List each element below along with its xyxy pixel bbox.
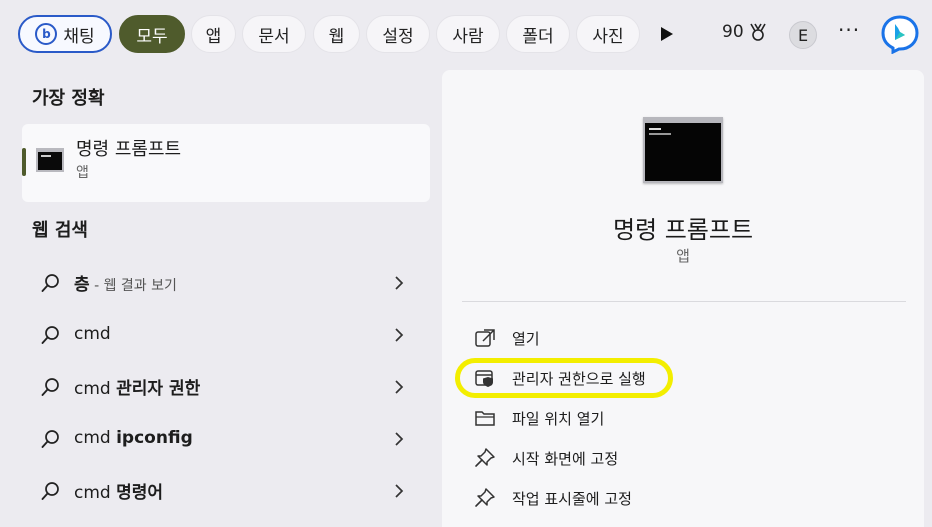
filter-all[interactable]: 모두 xyxy=(119,15,185,53)
filter-photos[interactable]: 사진 xyxy=(576,15,640,53)
pin-icon xyxy=(475,448,495,467)
chevron-right-icon xyxy=(395,484,404,498)
command-prompt-icon xyxy=(643,117,723,183)
best-match-title: 명령 프롬프트 xyxy=(76,139,182,160)
web-search-header: 웹 검색 xyxy=(32,220,88,241)
shield-admin-icon xyxy=(475,370,493,387)
divider xyxy=(462,301,906,302)
search-results-panel: 가장 정확 명령 프롬프트 앱 웹 검색 층 - 웹 결과 보기 cmd cmd… xyxy=(0,68,442,527)
chat-label: 채팅 xyxy=(63,26,95,47)
web-result-row[interactable]: cmd 관리자 권한 xyxy=(22,362,430,410)
web-result-row[interactable]: cmd 명령어 xyxy=(22,466,430,514)
open-external-icon xyxy=(475,329,495,347)
more-filters-play-icon[interactable] xyxy=(655,22,677,46)
search-filter-bar: b 채팅 모두 앱 문서 웹 설정 사람 폴더 사진 90 E ··· xyxy=(0,0,932,68)
action-open-label: 열기 xyxy=(512,329,540,348)
filter-people[interactable]: 사람 xyxy=(436,15,500,53)
search-icon xyxy=(41,274,59,292)
action-pin-to-start-label: 시작 화면에 고정 xyxy=(512,449,619,468)
rewards-points[interactable]: 90 xyxy=(722,22,768,42)
chevron-right-icon xyxy=(395,432,404,446)
chevron-right-icon xyxy=(395,276,404,290)
action-open-file-location[interactable]: 파일 위치 열기 xyxy=(472,401,902,435)
filter-settings[interactable]: 설정 xyxy=(366,15,430,53)
action-pin-to-taskbar-label: 작업 표시줄에 고정 xyxy=(512,489,632,508)
filter-documents[interactable]: 문서 xyxy=(242,15,306,53)
web-result-text: 층 - 웹 결과 보기 xyxy=(74,274,177,295)
filter-folders[interactable]: 폴더 xyxy=(506,15,570,53)
chevron-right-icon xyxy=(395,328,404,342)
action-open[interactable]: 열기 xyxy=(472,321,902,355)
search-icon xyxy=(41,482,59,500)
chevron-right-icon xyxy=(395,380,404,394)
action-run-as-admin[interactable]: 관리자 권한으로 실행 xyxy=(472,361,902,395)
pin-icon xyxy=(475,488,495,507)
filter-web[interactable]: 웹 xyxy=(313,15,360,53)
action-open-file-location-label: 파일 위치 열기 xyxy=(512,409,605,428)
rewards-medal-icon xyxy=(749,23,766,41)
account-avatar[interactable]: E xyxy=(789,21,817,49)
preview-subtitle: 앱 xyxy=(676,247,690,265)
web-result-row[interactable]: cmd ipconfig xyxy=(22,414,430,462)
search-icon xyxy=(41,326,59,344)
web-result-text: cmd 관리자 권한 xyxy=(74,378,201,399)
app-preview-panel: 명령 프롬프트 앱 열기 관리자 권한으로 실행 파일 위치 열기 시작 화면에… xyxy=(442,70,924,527)
command-prompt-icon xyxy=(36,148,64,172)
web-result-text: cmd ipconfig xyxy=(74,428,193,448)
bing-logo-icon[interactable] xyxy=(880,14,920,54)
points-value: 90 xyxy=(722,22,744,42)
web-result-text: cmd 명령어 xyxy=(74,482,164,503)
web-result-row[interactable]: 층 - 웹 결과 보기 xyxy=(22,258,430,306)
more-options-button[interactable]: ··· xyxy=(838,18,860,42)
best-match-item[interactable]: 명령 프롬프트 앱 xyxy=(22,124,430,202)
best-match-subtitle: 앱 xyxy=(76,165,89,181)
folder-icon xyxy=(475,411,495,426)
search-icon xyxy=(41,430,59,448)
action-pin-to-start[interactable]: 시작 화면에 고정 xyxy=(472,441,902,475)
bing-chat-icon: b xyxy=(35,23,58,45)
action-pin-to-taskbar[interactable]: 작업 표시줄에 고정 xyxy=(472,481,902,515)
preview-title: 명령 프롬프트 xyxy=(612,216,754,244)
web-result-text: cmd xyxy=(74,324,111,344)
chat-button[interactable]: b 채팅 xyxy=(18,15,112,53)
best-match-header: 가장 정확 xyxy=(32,88,105,109)
web-result-row[interactable]: cmd xyxy=(22,310,430,358)
action-run-as-admin-label: 관리자 권한으로 실행 xyxy=(512,369,646,388)
filter-apps[interactable]: 앱 xyxy=(191,15,236,53)
search-icon xyxy=(41,378,59,396)
selection-accent xyxy=(22,148,26,176)
